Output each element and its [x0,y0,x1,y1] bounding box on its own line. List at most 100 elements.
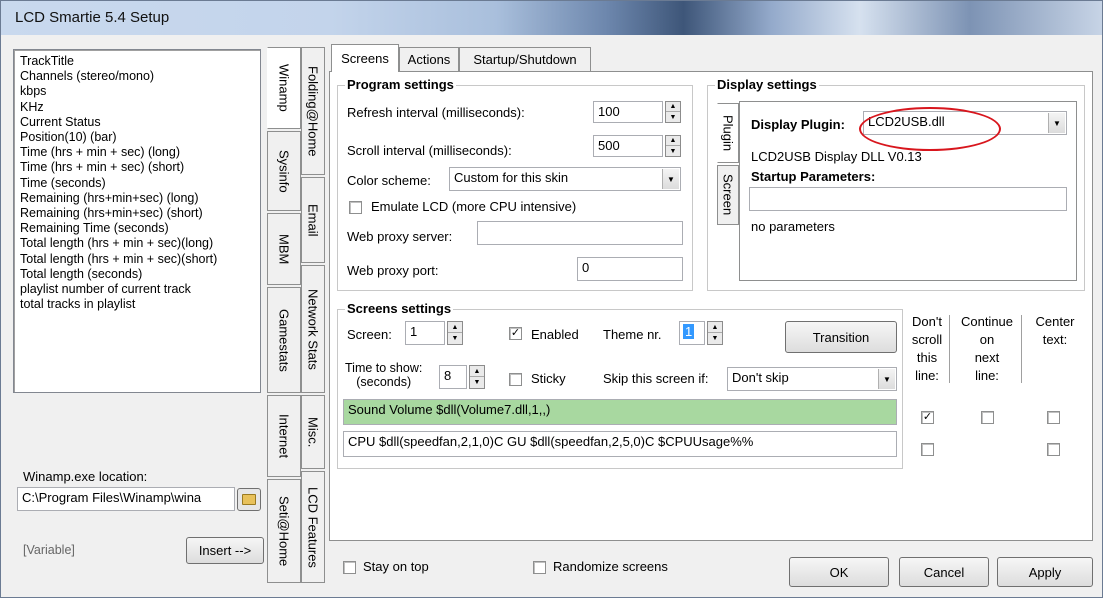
dont-scroll-header: Don't scroll this line: [911,314,943,383]
spin-down-icon: ▼ [473,379,481,386]
list-item[interactable]: total tracks in playlist [20,297,254,312]
spin-down-icon: ▼ [451,335,459,342]
proxy-port-label: Web proxy port: [347,263,439,278]
emulate-lcd-label: Emulate LCD (more CPU intensive) [371,199,577,214]
screen-line-1-input[interactable]: Sound Volume $dll(Volume7.dll,1,,) [343,399,897,425]
list-item[interactable]: Remaining Time (seconds) [20,221,254,236]
emulate-lcd-checkbox[interactable] [349,201,362,214]
tab-screens[interactable]: Screens [331,44,399,72]
sticky-checkbox[interactable] [509,373,522,386]
enabled-checkbox[interactable]: ✓ [509,327,522,340]
line-1-no-scroll-checkbox[interactable]: ✓ [921,411,934,424]
randomize-checkbox[interactable] [533,561,546,574]
list-item[interactable]: Position(10) (bar) [20,130,254,145]
divider [949,315,950,383]
display-plugin-label: Display Plugin: [751,117,845,132]
tab-lcd-features[interactable]: LCD Features [301,471,325,583]
proxy-port-input[interactable]: 0 [577,257,683,281]
line-2-center-checkbox[interactable] [1047,443,1060,456]
tab-sysinfo[interactable]: Sysinfo [267,131,301,211]
scroll-spinner[interactable]: ▲ ▼ [665,135,681,157]
browse-folder-button[interactable] [237,488,261,511]
spin-up-icon: ▲ [666,136,680,146]
tab-winamp[interactable]: Winamp [267,47,301,129]
variable-label: [Variable] [23,543,75,557]
color-scheme-select[interactable]: Custom for this skin ▼ [449,167,681,191]
setup-window: LCD Smartie 5.4 Setup TrackTitle Channels… [0,0,1103,598]
refresh-label: Refresh interval (milliseconds): [347,105,525,120]
tab-screen[interactable]: Screen [717,165,739,225]
winamp-location-label: Winamp.exe location: [23,469,148,484]
list-item[interactable]: Remaining (hrs+min+sec) (short) [20,206,254,221]
list-item[interactable]: Time (seconds) [20,176,254,191]
chevron-down-icon: ▼ [1048,113,1065,133]
startup-params-input[interactable] [749,187,1067,211]
theme-spinner[interactable]: ▲ ▼ [707,321,723,345]
list-item[interactable]: Time (hrs + min + sec) (long) [20,145,254,160]
sticky-label: Sticky [531,371,566,386]
apply-button[interactable]: Apply [997,557,1093,587]
screen-number-input[interactable]: 1 [405,321,445,345]
spin-up-icon: ▲ [666,102,680,112]
variable-list[interactable]: TrackTitle Channels (stereo/mono) kbps KHz C… [13,49,261,393]
tab-email[interactable]: Email [301,177,325,263]
time-to-show-input[interactable]: 8 [439,365,467,389]
refresh-spinner[interactable]: ▲ ▼ [665,101,681,123]
list-item[interactable]: Total length (hrs + min + sec)(short) [20,252,254,267]
folder-icon [242,494,256,505]
cancel-button[interactable]: Cancel [899,557,989,587]
list-item[interactable]: playlist number of current track [20,282,254,297]
proxy-server-input[interactable] [477,221,683,245]
highlight-ellipse [859,107,1001,151]
line-1-continue-checkbox[interactable] [981,411,994,424]
startup-params-label: Startup Parameters: [751,169,876,184]
tab-network-stats[interactable]: Network Stats [301,265,325,393]
line-1-center-checkbox[interactable] [1047,411,1060,424]
insert-button[interactable]: Insert --> [186,537,264,564]
scroll-label: Scroll interval (milliseconds): [347,143,512,158]
list-item[interactable]: TrackTitle [20,54,254,69]
list-item[interactable]: Current Status [20,115,254,130]
window-title: LCD Smartie 5.4 Setup [15,9,170,26]
tab-startup-shutdown[interactable]: Startup/Shutdown [459,47,591,71]
screen-label: Screen: [347,327,392,342]
enabled-label: Enabled [531,327,579,342]
tab-internet[interactable]: Internet [267,395,301,477]
winamp-location-input[interactable]: C:\Program Files\Winamp\wina [17,487,235,511]
list-item[interactable]: kbps [20,84,254,99]
chevron-down-icon: ▼ [662,169,679,189]
screen-spinner[interactable]: ▲ ▼ [447,321,463,345]
tab-mbm[interactable]: MBM [267,213,301,285]
stay-on-top-checkbox[interactable] [343,561,356,574]
transition-button[interactable]: Transition [785,321,897,353]
theme-input[interactable]: 1 [679,321,705,345]
list-item[interactable]: Total length (seconds) [20,267,254,282]
skip-select[interactable]: Don't skip ▼ [727,367,897,391]
tab-folding[interactable]: Folding@Home [301,47,325,175]
tab-plugin[interactable]: Plugin [717,103,739,163]
list-item[interactable]: Total length (hrs + min + sec)(long) [20,236,254,251]
ok-button[interactable]: OK [789,557,889,587]
tab-seti[interactable]: Seti@Home [267,479,301,583]
list-item[interactable]: Time (hrs + min + sec) (short) [20,160,254,175]
list-item[interactable]: Channels (stereo/mono) [20,69,254,84]
scroll-input[interactable]: 500 [593,135,663,157]
list-item[interactable]: Remaining (hrs+min+sec) (long) [20,191,254,206]
spin-down-icon: ▼ [669,147,677,155]
time-spinner[interactable]: ▲ ▼ [469,365,485,389]
refresh-input[interactable]: 100 [593,101,663,123]
tab-actions[interactable]: Actions [399,47,459,71]
skip-label: Skip this screen if: [603,371,709,386]
line-2-no-scroll-checkbox[interactable] [921,443,934,456]
display-settings-title: Display settings [715,77,819,92]
screen-line-2-input[interactable]: CPU $dll(speedfan,2,1,0)C GU $dll(speedf… [343,431,897,457]
tab-gamestats[interactable]: Gamestats [267,287,301,393]
spin-down-icon: ▼ [711,335,719,342]
spin-up-icon: ▲ [708,322,722,333]
spin-up-icon: ▲ [448,322,462,333]
spin-up-icon: ▲ [470,366,484,377]
list-item[interactable]: KHz [20,100,254,115]
no-parameters-text: no parameters [751,219,835,234]
tab-misc[interactable]: Misc. [301,395,325,469]
time-to-show-label: Time to show: (seconds) [345,361,423,389]
